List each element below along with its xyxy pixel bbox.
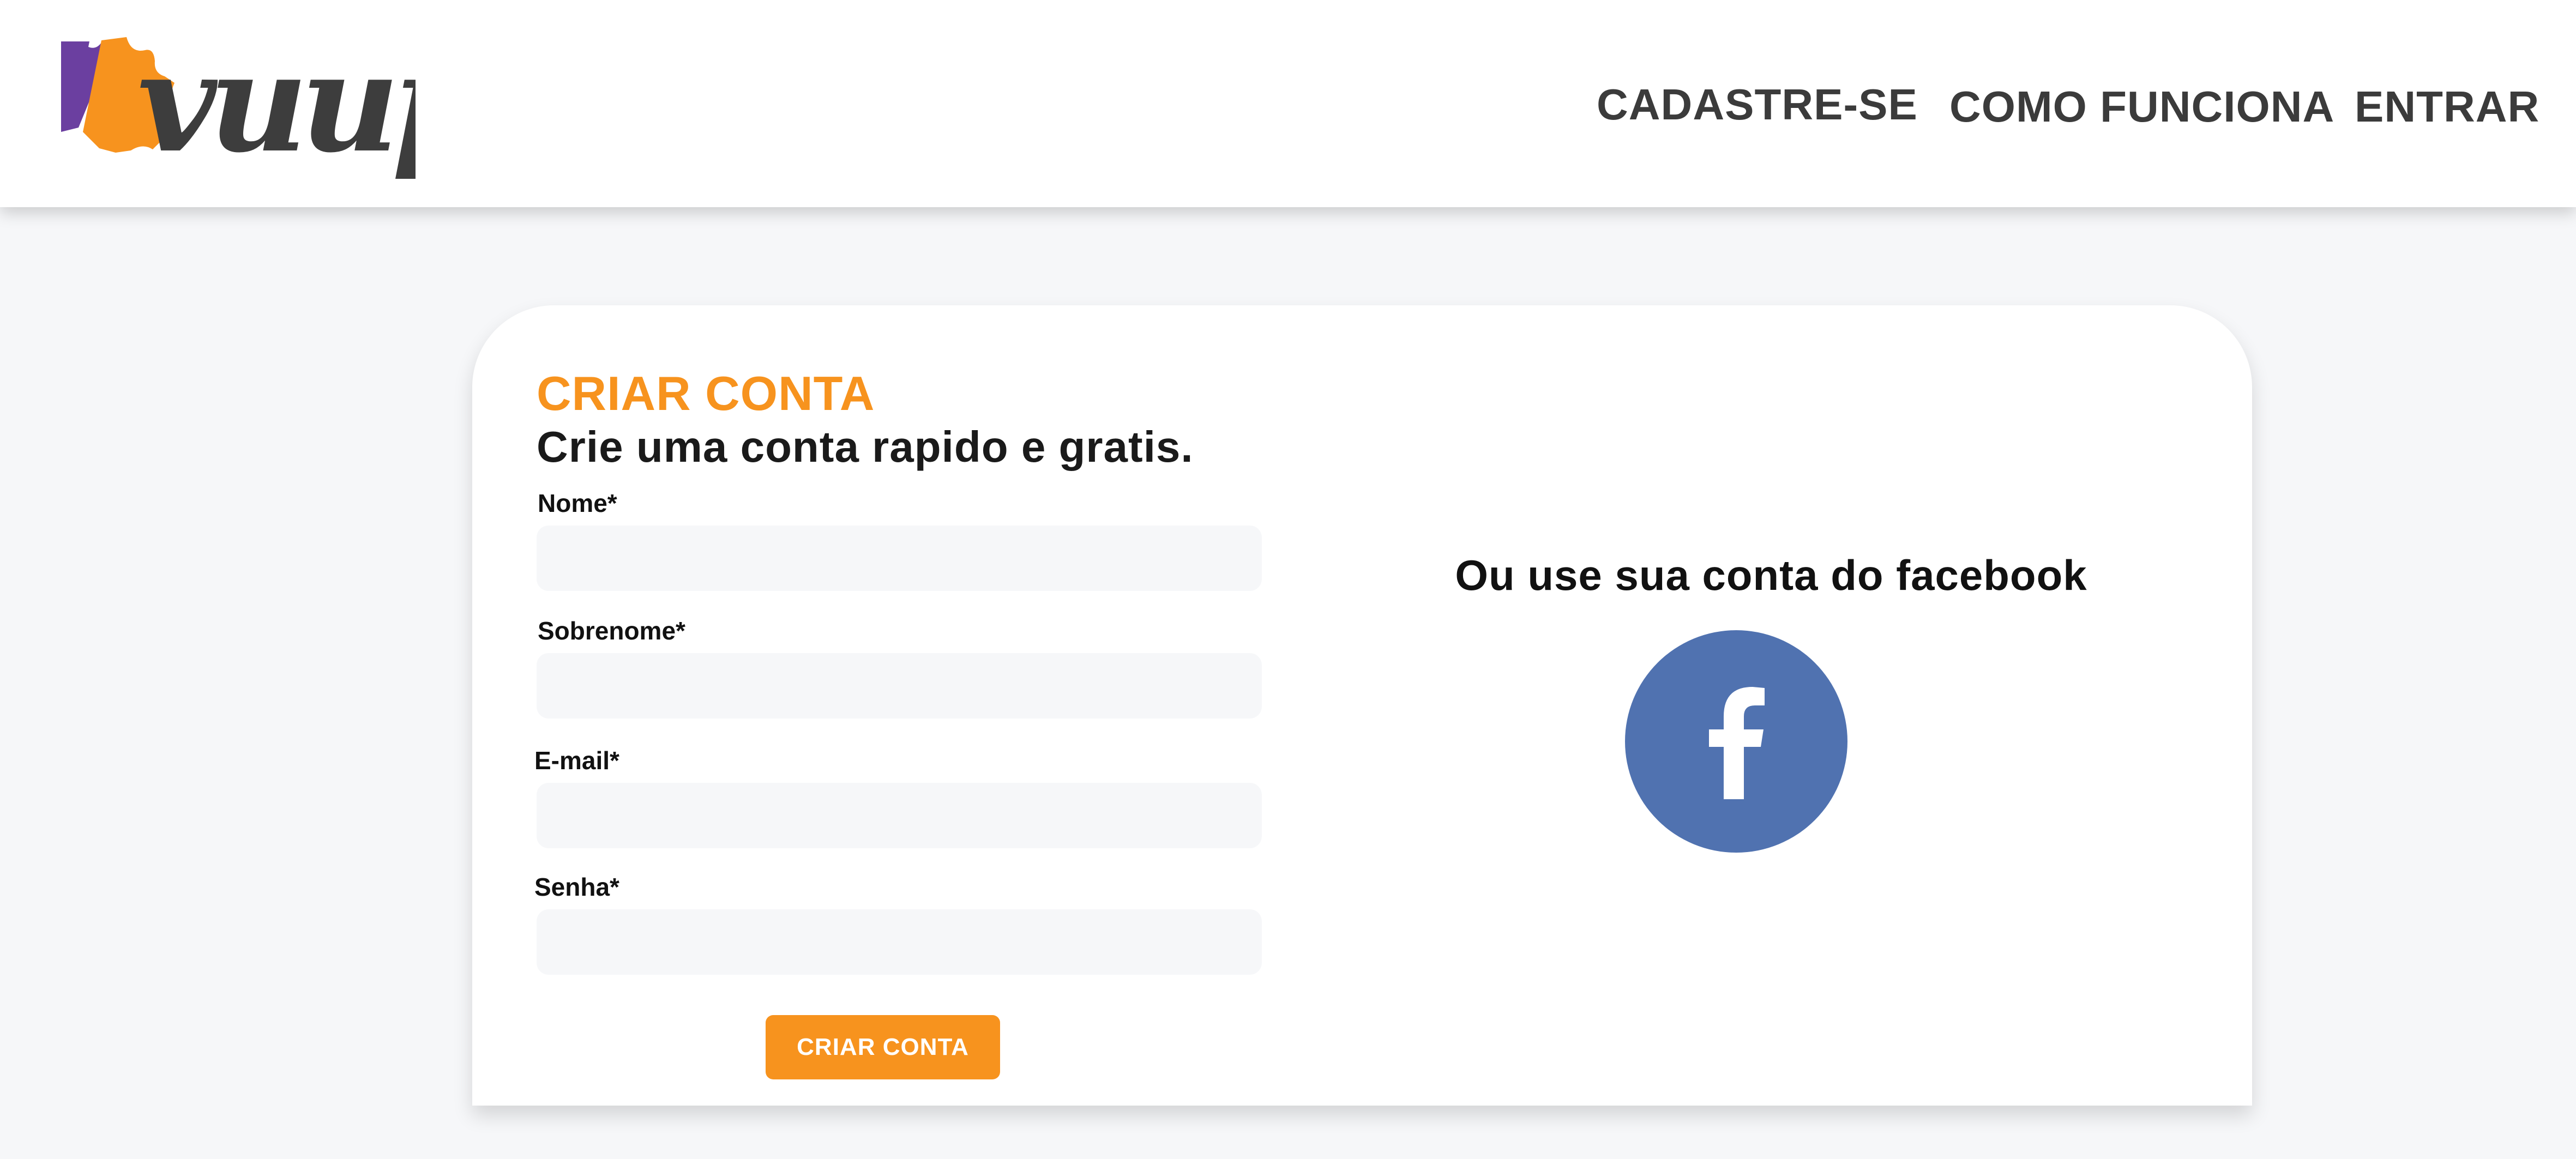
criar-conta-button[interactable]: CRIAR CONTA bbox=[766, 1015, 1000, 1079]
nav-como-funciona[interactable]: COMO FUNCIONA bbox=[1949, 85, 2334, 129]
facebook-login-button[interactable] bbox=[1625, 630, 1847, 853]
top-header: vuup CADASTRE-SE COMO FUNCIONA ENTRAR bbox=[0, 0, 2576, 207]
senha-label: Senha* bbox=[534, 873, 619, 901]
nav-cadastre-se[interactable]: CADASTRE-SE bbox=[1597, 83, 1918, 126]
facebook-prompt: Ou use sua conta do facebook bbox=[1455, 551, 2087, 599]
email-field[interactable] bbox=[537, 783, 1262, 848]
email-label: E-mail* bbox=[534, 746, 619, 775]
form-title: CRIAR CONTA bbox=[537, 366, 875, 420]
senha-field[interactable] bbox=[537, 909, 1262, 975]
signup-card: CRIAR CONTA Crie uma conta rapido e grat… bbox=[472, 305, 2252, 1106]
nome-field[interactable] bbox=[537, 526, 1262, 591]
facebook-icon bbox=[1625, 630, 1847, 853]
sobrenome-label: Sobrenome* bbox=[538, 617, 685, 645]
vuup-logo[interactable]: vuup bbox=[61, 34, 416, 197]
logo-wordmark: vuup bbox=[137, 34, 416, 183]
sobrenome-field[interactable] bbox=[537, 653, 1262, 719]
form-subtitle: Crie uma conta rapido e gratis. bbox=[537, 422, 1194, 471]
nome-label: Nome* bbox=[538, 489, 617, 517]
nav-entrar[interactable]: ENTRAR bbox=[2355, 85, 2539, 129]
